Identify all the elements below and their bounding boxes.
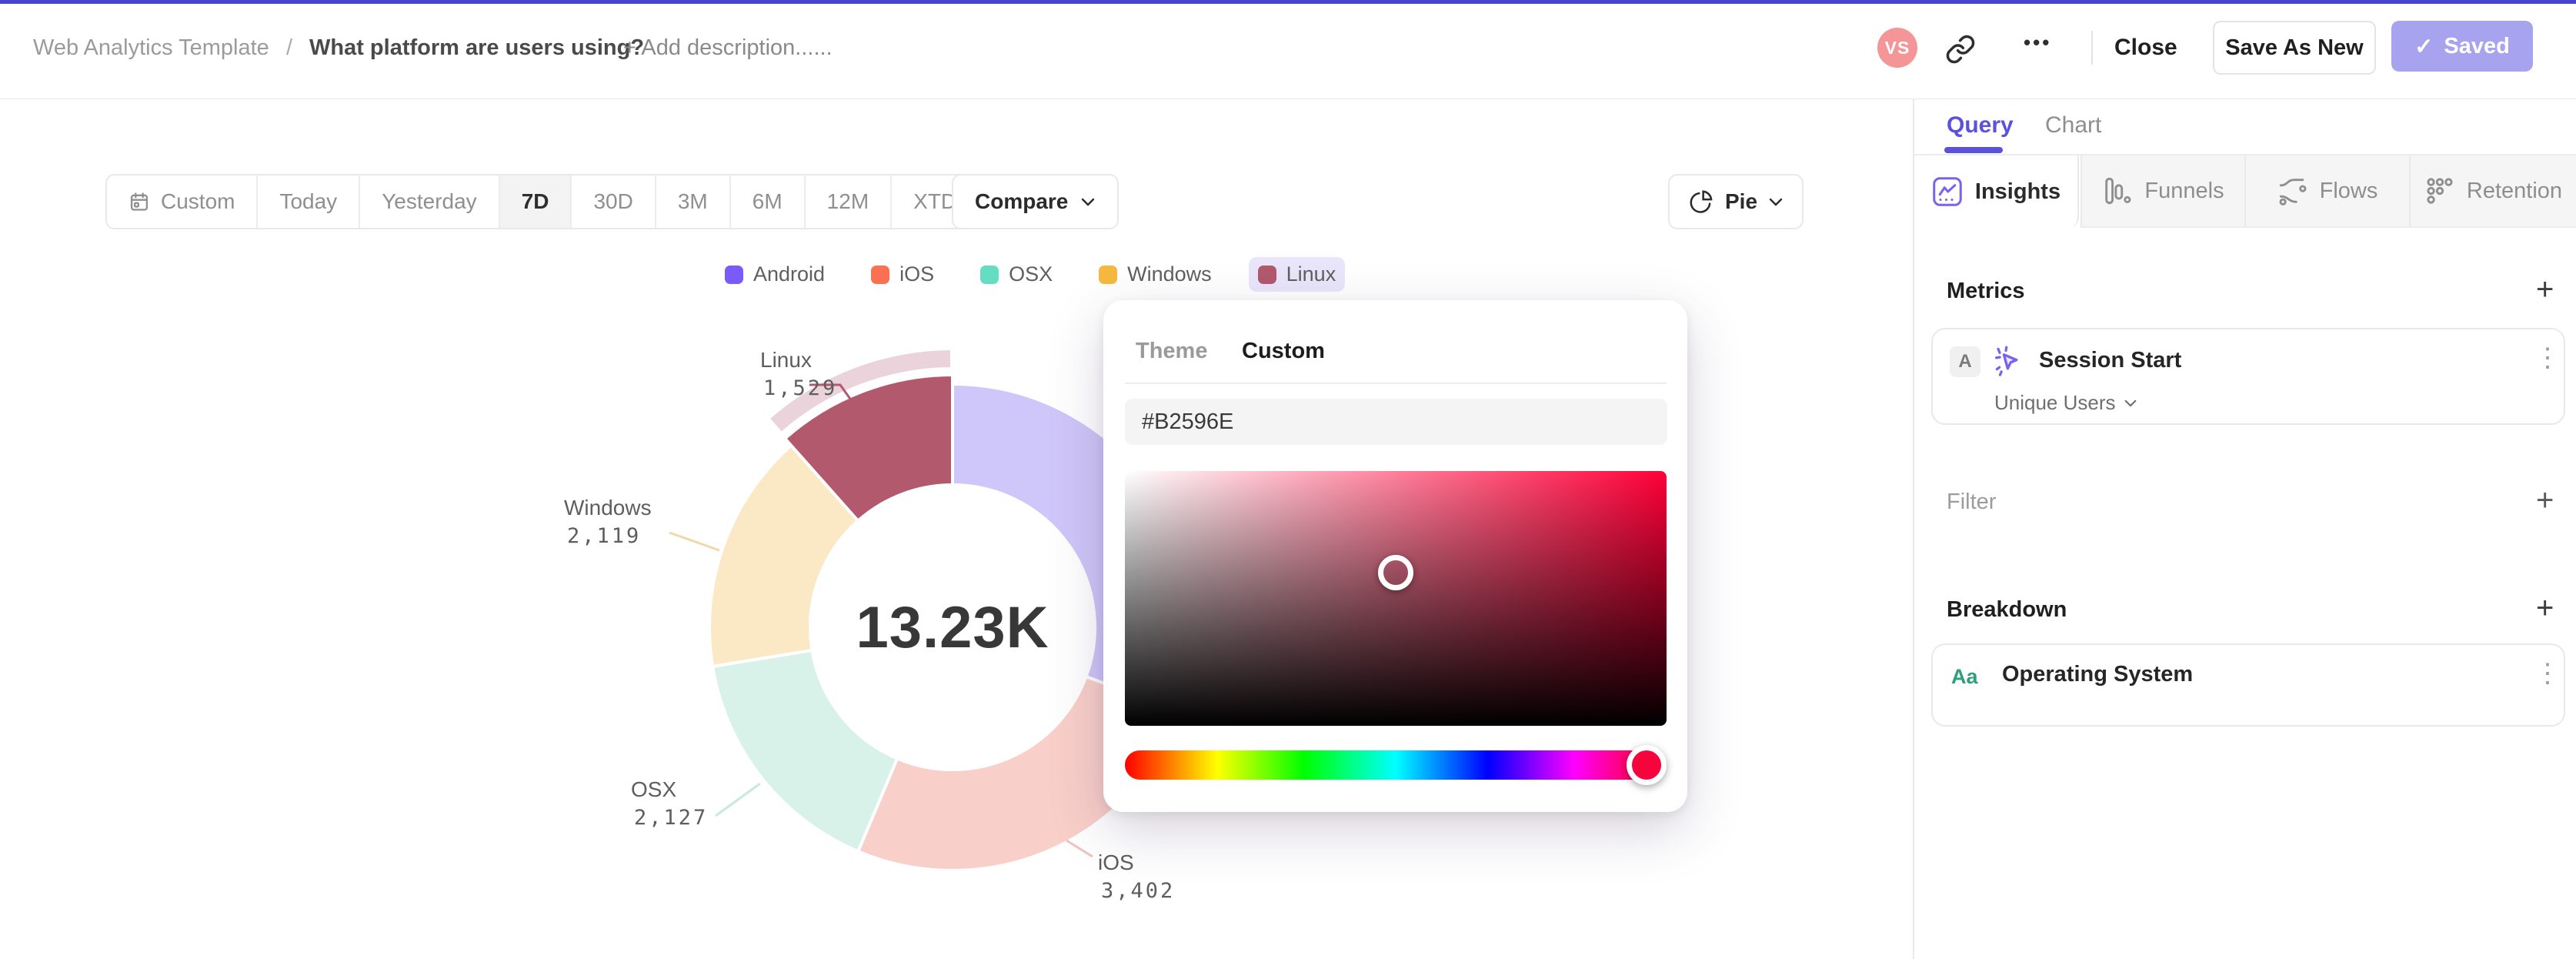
slice-label-linux: Linux 1,529 <box>760 348 838 400</box>
slice-label-osx: OSX 2,127 <box>631 777 709 830</box>
breadcrumb-root[interactable]: Web Analytics Template <box>33 35 269 61</box>
legend-swatch <box>871 265 890 284</box>
range-yesterday[interactable]: Yesterday <box>360 175 500 228</box>
legend-item-ios[interactable]: iOS <box>862 257 943 292</box>
tab-query[interactable]: Query <box>1947 112 2014 139</box>
legend-item-osx[interactable]: OSX <box>971 257 1062 292</box>
metric-kebab-menu[interactable]: ⋮ <box>2534 345 2561 371</box>
range-7d[interactable]: 7D <box>499 175 572 228</box>
add-description-button[interactable]: + Add description...... <box>623 35 833 61</box>
view-tab-flows[interactable]: Flows <box>2244 155 2409 228</box>
color-picker-divider <box>1125 383 1667 384</box>
legend-swatch <box>725 265 743 284</box>
breadcrumb-separator: / <box>286 35 293 60</box>
breakdown-property-name[interactable]: Operating System <box>2002 662 2193 687</box>
range-30d[interactable]: 30D <box>572 175 656 228</box>
breakdown-heading: Breakdown <box>1947 597 2067 622</box>
saturation-gradient[interactable] <box>1125 471 1667 726</box>
hue-slider[interactable] <box>1125 750 1667 780</box>
text-property-icon: Aa <box>1951 665 1978 688</box>
active-tab-underline <box>1944 147 2003 153</box>
close-button[interactable]: Close <box>2114 35 2177 61</box>
date-range-group: Custom Today Yesterday 7D 30D 3M 6M 12M … <box>105 174 1006 229</box>
view-tab-retention[interactable]: Retention <box>2409 155 2576 228</box>
saved-button[interactable]: ✓ Saved <box>2391 21 2533 72</box>
chevron-down-icon <box>2124 399 2136 407</box>
view-tab-funnels[interactable]: Funnels <box>2080 155 2244 228</box>
app-window: Web Analytics Template / What platform a… <box>0 0 2576 959</box>
add-filter-button[interactable]: + <box>2536 485 2554 516</box>
color-picker-tab-theme[interactable]: Theme <box>1136 339 1207 364</box>
legend-item-windows[interactable]: Windows <box>1089 257 1221 292</box>
funnels-icon <box>2105 177 2131 205</box>
breakdown-kebab-menu[interactable]: ⋮ <box>2534 660 2561 687</box>
legend-swatch <box>1257 265 1276 284</box>
legend-swatch <box>1099 265 1118 284</box>
legend-item-linux[interactable]: Linux <box>1248 257 1346 292</box>
share-link-icon[interactable] <box>1945 34 1976 68</box>
color-picker-tab-custom[interactable]: Custom <box>1242 339 1325 364</box>
pie-chart-icon <box>1690 190 1713 213</box>
compare-button[interactable]: Compare <box>952 174 1119 229</box>
metric-aggregation-dropdown[interactable]: Unique Users <box>1994 391 2137 415</box>
series-badge: A <box>1950 346 1980 377</box>
chevron-down-icon <box>1082 198 1095 206</box>
range-3m[interactable]: 3M <box>656 175 731 228</box>
view-tab-insights[interactable]: Insights <box>1914 155 2079 228</box>
add-breakdown-button[interactable]: + <box>2536 593 2554 623</box>
avatar[interactable]: VS <box>1877 28 1917 68</box>
metric-name[interactable]: Session Start <box>2039 348 2181 373</box>
add-metric-button[interactable]: + <box>2536 274 2554 305</box>
range-6m[interactable]: 6M <box>731 175 806 228</box>
check-icon: ✓ <box>2414 34 2434 59</box>
metrics-heading: Metrics <box>1947 279 2025 303</box>
flows-icon <box>2279 179 2307 206</box>
hue-slider-thumb[interactable] <box>1626 745 1667 785</box>
chart-type-button[interactable]: Pie <box>1668 174 1804 229</box>
range-custom[interactable]: Custom <box>107 175 259 228</box>
event-spark-icon <box>1991 343 2027 383</box>
header-divider <box>2091 31 2093 65</box>
legend-swatch <box>980 265 999 284</box>
slice-label-windows: Windows 2,119 <box>564 496 652 548</box>
retention-icon <box>2427 178 2453 204</box>
legend-item-android[interactable]: Android <box>716 257 834 292</box>
slice-label-ios: iOS 3,402 <box>1098 850 1176 903</box>
insights-icon <box>1933 177 1962 206</box>
page-title[interactable]: What platform are users using? <box>309 35 644 61</box>
calendar-icon <box>130 192 148 211</box>
range-12m[interactable]: 12M <box>806 175 893 228</box>
filter-heading: Filter <box>1947 490 1997 514</box>
range-today[interactable]: Today <box>258 175 361 228</box>
saved-label: Saved <box>2444 33 2510 58</box>
chart-total-value: 13.23K <box>856 595 1049 660</box>
save-as-new-button[interactable]: Save As New <box>2213 21 2376 75</box>
tab-chart[interactable]: Chart <box>2045 112 2101 139</box>
chevron-down-icon <box>1769 198 1783 206</box>
chart-legend: Android iOS OSX Windows Linux <box>716 257 1346 292</box>
hex-color-input[interactable] <box>1125 399 1667 445</box>
more-menu-icon[interactable]: ••• <box>2024 31 2051 55</box>
